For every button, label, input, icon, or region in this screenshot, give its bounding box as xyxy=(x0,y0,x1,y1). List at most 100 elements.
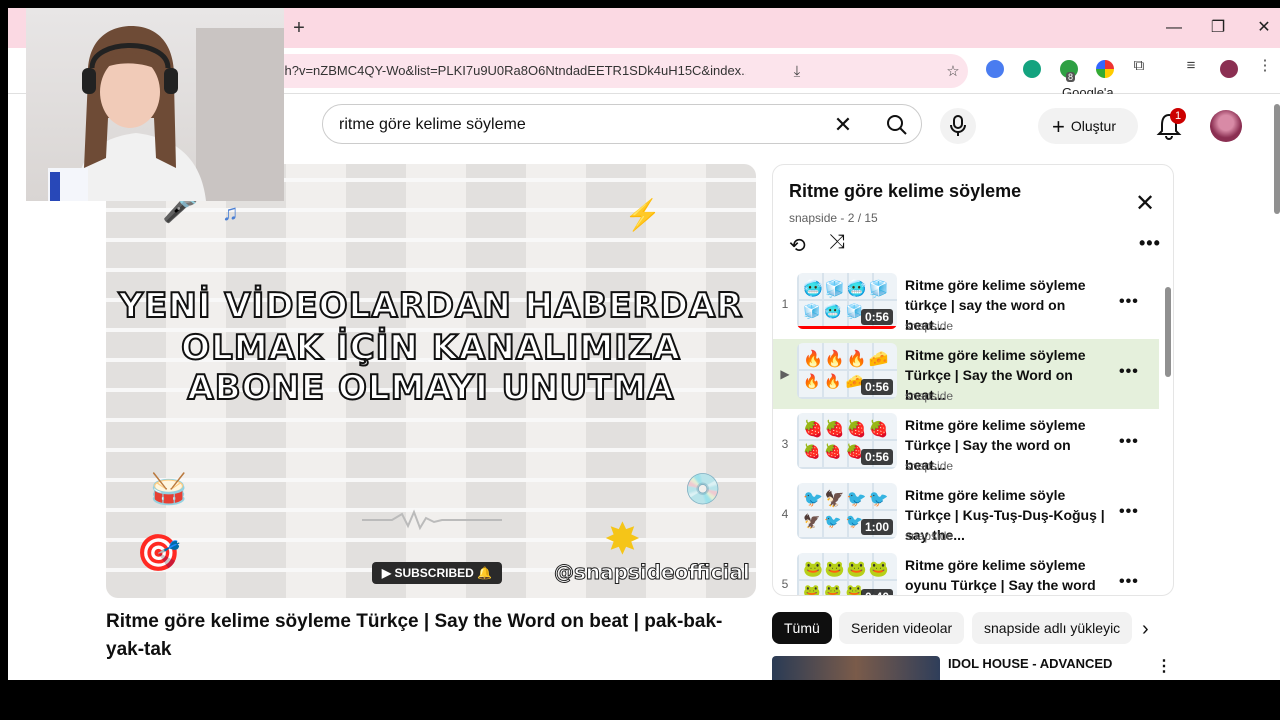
chip-all[interactable]: Tümü xyxy=(772,612,832,644)
close-window-icon[interactable]: ✕ xyxy=(1250,16,1278,40)
grammarly-extension-icon[interactable] xyxy=(1023,60,1041,78)
playlist-item-index: 5 xyxy=(781,577,789,591)
video-title: Ritme göre kelime söyleme Türkçe | Say t… xyxy=(106,611,723,660)
music-notes-sticker: ♫ xyxy=(222,200,239,225)
watch-progress-bar xyxy=(797,326,897,329)
playlist-item-more-icon[interactable]: ••• xyxy=(1119,293,1139,311)
playlist-item-thumbnail[interactable]: 🐦🦅🐦🐦 🦅🐦🐦 1:00 xyxy=(797,483,897,539)
playlist-title[interactable]: Ritme göre kelime söyleme xyxy=(789,181,1021,202)
search-button[interactable] xyxy=(871,105,923,143)
thumbnail-emoji-row: 🔥🔥🔥🧀 xyxy=(803,351,891,368)
url-text[interactable]: ch?v=nZBMC4QY-Wo&list=PLKI7u9U0Ra8O6Ntnd… xyxy=(278,63,746,78)
playlist-item-index: ▶ xyxy=(780,367,790,381)
install-app-icon[interactable]: ⤓ xyxy=(786,62,808,82)
playlist-item-index: 1 xyxy=(781,297,789,311)
browser-window: + — ❐ ✕ ch?v=nZBMC4QY-Wo&list=PLKI7u9U0R… xyxy=(8,8,1280,680)
address-bar[interactable]: ch?v=nZBMC4QY-Wo&list=PLKI7u9U0Ra8O6Ntnd… xyxy=(248,54,1120,122)
playlist-item-channel[interactable]: snapside xyxy=(905,529,953,543)
subscribed-graphic: ▶ SUBSCRIBED 🔔 xyxy=(372,562,502,584)
chip-uploader[interactable]: snapside adlı yükleyic xyxy=(972,612,1132,644)
clear-search-icon[interactable]: ✕ xyxy=(829,111,857,139)
shuffle-icon[interactable]: ⤨ xyxy=(829,231,845,254)
chip-series-videos[interactable]: Seriden videolar xyxy=(839,612,965,644)
account-avatar[interactable] xyxy=(1210,110,1242,142)
restore-icon[interactable]: ❐ xyxy=(1204,16,1232,40)
playlist-item-index: 4 xyxy=(781,507,789,521)
extension-badge: 8 xyxy=(1066,72,1076,82)
search-icon xyxy=(887,115,907,135)
thumbnail-emoji-row: 🐸🐸🐸 xyxy=(803,583,868,596)
thumbnail-emoji-row: 🐸🐸🐸🐸 xyxy=(803,561,891,578)
playlist-item-more-icon[interactable]: ••• xyxy=(1119,573,1139,591)
browser-menu-icon[interactable]: ⋮ xyxy=(1254,56,1276,76)
playlist-item-title[interactable]: Ritme göre kelime söyleme oyunu Türkçe |… xyxy=(905,555,1105,595)
headline-line-3: ABONE OLMAYI UNUTMA xyxy=(186,367,675,409)
duration-badge: 0:40 xyxy=(860,589,893,595)
playlist-item-thumbnail[interactable]: 🔥🔥🔥🧀 🔥🔥🧀 0:56 xyxy=(797,343,897,399)
playlist-item[interactable]: 3 🍓🍓🍓🍓 🍓🍓🍓 0:56 Ritme göre kelime söyleme Tü… xyxy=(773,409,1159,479)
microphone-icon xyxy=(950,115,966,136)
thumbnail-emoji-row: 🐦🦅🐦🐦 xyxy=(803,491,891,508)
page-scrollbar[interactable] xyxy=(1274,104,1280,214)
playlist-item[interactable]: 4 🐦🦅🐦🐦 🦅🐦🐦 1:00 Ritme göre kelime söyle Türk… xyxy=(773,479,1159,549)
sound-wave-graphic xyxy=(362,509,502,531)
create-button[interactable]: + Oluştur xyxy=(1038,108,1138,144)
playlist-scrollbar[interactable] xyxy=(1165,287,1171,377)
playlist-item[interactable]: 5🐸🐸🐸🐸🐸🐸🐸0:40Ritme göre kelime söyleme oy… xyxy=(773,549,1159,596)
media-control-icon[interactable]: ≡ xyxy=(1180,56,1202,76)
translate-extension-icon[interactable] xyxy=(986,60,1004,78)
playlist-more-icon[interactable]: ••• xyxy=(1139,233,1161,254)
lightning-sticker: ⚡ xyxy=(624,199,662,232)
extensions-puzzle-icon[interactable]: ⧉ xyxy=(1128,56,1150,76)
playlist-item-more-icon[interactable]: ••• xyxy=(1119,433,1139,451)
duration-badge: 0:56 xyxy=(860,379,893,395)
thumbnail-emoji-row: 🥶🧊🥶🧊 xyxy=(803,281,891,298)
thumbnail-emoji-row: 🔥🔥🧀 xyxy=(803,373,868,389)
playlist-item-thumbnail[interactable]: 🐸🐸🐸🐸🐸🐸🐸0:40 xyxy=(797,553,897,596)
duration-badge: 0:56 xyxy=(860,449,893,465)
thumbnail-emoji-row: 🧊🥶🧊 xyxy=(803,303,868,319)
playlist-item[interactable]: ▶ 🔥🔥🔥🧀 🔥🔥🧀 0:56 Ritme göre kelime söyleme Tü… xyxy=(773,339,1159,409)
playlist-subtitle: snapside - 2 / 15 xyxy=(789,211,878,225)
recommendation-thumbnail[interactable] xyxy=(772,656,940,680)
playlist-panel: Ritme göre kelime söyleme snapside - 2 /… xyxy=(772,164,1174,596)
recommendation-title[interactable]: IDOL HOUSE - ADVANCED xyxy=(948,656,1112,671)
duration-badge: 1:00 xyxy=(860,519,893,535)
star-burst-sticker: ✸ xyxy=(604,515,641,564)
color-extension-icon[interactable] xyxy=(1096,60,1114,78)
new-tab-icon[interactable]: + xyxy=(288,17,310,39)
profile-avatar-icon[interactable] xyxy=(1220,60,1238,78)
create-label: Oluştur xyxy=(1070,118,1116,134)
channel-handle: @snapsideofficial xyxy=(554,560,751,585)
drum-sticker: 🥁 xyxy=(150,473,188,506)
voice-search-button[interactable] xyxy=(940,108,976,144)
recommendation-more-icon[interactable]: ⋮ xyxy=(1156,656,1172,676)
loop-playlist-icon[interactable]: ⟲ xyxy=(789,233,806,258)
playlist-item-thumbnail[interactable]: 🍓🍓🍓🍓 🍓🍓🍓 0:56 xyxy=(797,413,897,469)
playlist-item-more-icon[interactable]: ••• xyxy=(1119,503,1139,521)
playlist-item[interactable]: 1 🥶🧊🥶🧊 🧊🥶🧊 0:56 Ritme göre kelime söyleme tü… xyxy=(773,269,1159,339)
playlist-item-channel[interactable]: snapside xyxy=(905,459,953,473)
thumbnail-emoji-row: 🦅🐦🐦 xyxy=(803,513,868,529)
webcam-overlay xyxy=(26,8,284,201)
plus-icon: + xyxy=(1052,114,1065,139)
thumbnail-emoji-row: 🍓🍓🍓🍓 xyxy=(803,421,891,438)
close-playlist-icon[interactable]: ✕ xyxy=(1135,189,1155,218)
headline-line-2: OLMAK İÇİN KANALIMIZA xyxy=(180,327,681,369)
notification-badge: 1 xyxy=(1170,108,1186,124)
vinyl-record-sticker: 💿 xyxy=(684,473,722,506)
search-input[interactable]: ritme göre kelime söyleme xyxy=(339,116,526,134)
thumbnail-emoji-row: 🍓🍓🍓 xyxy=(803,443,868,459)
streamer-webcam-image xyxy=(48,26,284,201)
playlist-item-index: 3 xyxy=(781,437,789,451)
playlist-item-thumbnail[interactable]: 🥶🧊🥶🧊 🧊🥶🧊 0:56 xyxy=(797,273,897,329)
playlist-item-channel[interactable]: snapside xyxy=(905,389,953,403)
playlist-item-more-icon[interactable]: ••• xyxy=(1119,363,1139,381)
bookmark-star-icon[interactable]: ☆ xyxy=(942,62,964,82)
video-player[interactable]: 🎤 ♫ ⚡ YENİ VİDEOLARDAN HABERDAR OLMAK İÇ… xyxy=(106,164,756,598)
chevron-right-icon[interactable]: › xyxy=(1142,618,1149,641)
search-box[interactable]: ritme göre kelime söyleme ✕ xyxy=(322,104,922,144)
minimize-icon[interactable]: — xyxy=(1160,16,1188,40)
target-sticker: 🎯 xyxy=(136,532,181,573)
playlist-item-channel[interactable]: snapside xyxy=(905,319,953,333)
